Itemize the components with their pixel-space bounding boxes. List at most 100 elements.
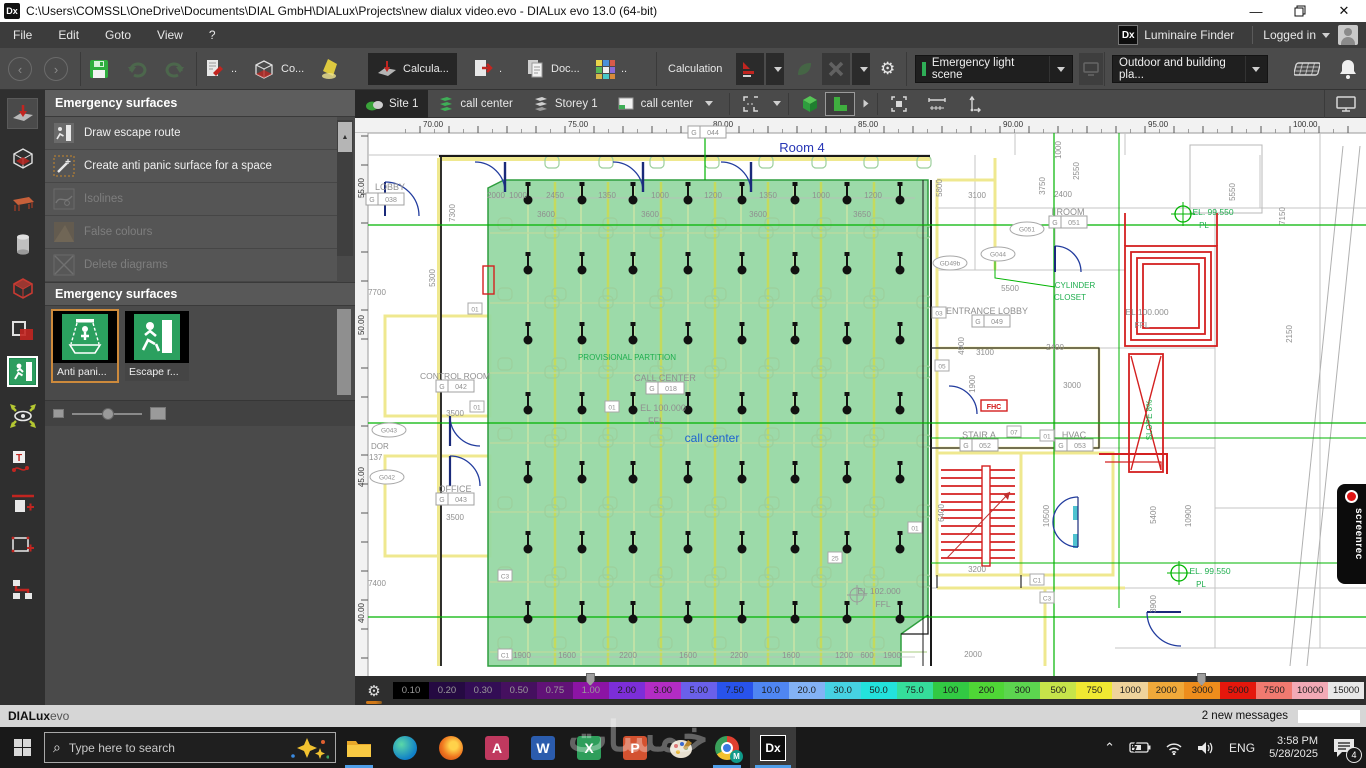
export-button[interactable]: .	[472, 53, 502, 85]
selection-dropdown[interactable]	[766, 92, 782, 116]
minimize-button[interactable]: —	[1234, 0, 1278, 22]
view-3d-button[interactable]	[795, 92, 825, 116]
cutout-tool[interactable]	[7, 272, 38, 303]
view-profile-select[interactable]: Outdoor and building pla...	[1112, 55, 1268, 83]
taskbar-word[interactable]: W	[520, 727, 566, 768]
battery-icon[interactable]	[1129, 741, 1151, 754]
scale-segment[interactable]: 15000	[1328, 682, 1365, 699]
taskbar-edge[interactable]	[382, 727, 428, 768]
scale-segment[interactable]: 7500	[1256, 682, 1293, 699]
scale-segment[interactable]: 20.0	[788, 682, 825, 699]
scale-segment[interactable]: 10.0	[752, 682, 789, 699]
calculation-objects-button[interactable]: Calcula...	[368, 53, 457, 85]
view-plan-button[interactable]	[825, 91, 856, 116]
tab-storey[interactable]: Storey 1	[523, 90, 608, 118]
scale-segment[interactable]: 1000	[1112, 682, 1149, 699]
notification-center-button[interactable]: 4	[1332, 737, 1362, 763]
connection-tool[interactable]	[7, 574, 38, 605]
scale-segments[interactable]: 0.10 0.20 0.30 0.50 0.75 1.00 2.00 3.00 5.00 7.50…	[393, 673, 1365, 699]
scale-segment[interactable]: 2.00	[608, 682, 645, 699]
measure-horizontal-button[interactable]	[922, 92, 952, 116]
close-button[interactable]: ✕	[1322, 0, 1366, 22]
construction-mode-button[interactable]: Co...	[252, 53, 304, 85]
taskbar-excel[interactable]: X	[566, 727, 612, 768]
light-scene-select[interactable]: Emergency light scene	[915, 55, 1073, 83]
scale-segment[interactable]: 200	[968, 682, 1005, 699]
building-opening-tool[interactable]	[7, 315, 38, 346]
scale-segment[interactable]: 0.10	[393, 682, 429, 699]
table-view-button[interactable]: ..	[594, 53, 627, 85]
selection-mode-button[interactable]	[736, 92, 766, 116]
cancel-dropdown[interactable]	[852, 53, 870, 85]
scale-segment[interactable]: 5000	[1220, 682, 1257, 699]
scale-segment[interactable]: 10000	[1292, 682, 1329, 699]
avatar[interactable]	[1338, 25, 1358, 45]
scale-segment[interactable]: 300	[1004, 682, 1041, 699]
calculation-surface-tool[interactable]	[7, 98, 38, 129]
screenrec-widget[interactable]: screenrec	[1337, 484, 1366, 584]
taskbar-powerpoint[interactable]: P	[612, 727, 658, 768]
logged-in-menu[interactable]: Logged in	[1263, 25, 1358, 45]
menu-view[interactable]: View	[144, 22, 196, 48]
taskbar-firefox[interactable]	[428, 727, 474, 768]
messages-label[interactable]: 2 new messages	[1202, 710, 1288, 722]
room-tool[interactable]	[7, 142, 38, 173]
scale-segment[interactable]: 100	[932, 682, 969, 699]
light-mode-button[interactable]	[320, 53, 346, 85]
restore-button[interactable]	[1278, 0, 1322, 22]
undo-button[interactable]	[126, 53, 150, 85]
taskbar-dialux[interactable]: Dx	[750, 727, 796, 768]
view-expand-arrow[interactable]	[855, 92, 871, 116]
back-button[interactable]: ‹	[8, 53, 32, 85]
scale-segment[interactable]: 3.00	[644, 682, 681, 699]
text-annotation-tool[interactable]: T	[7, 446, 38, 477]
luminaire-finder-button[interactable]: Dx Luminaire Finder	[1118, 25, 1234, 45]
thumbnail-scrollbar[interactable]	[337, 309, 351, 395]
menu-file[interactable]: File	[0, 22, 45, 48]
scale-segment[interactable]: 30.0	[824, 682, 861, 699]
view-tool[interactable]	[7, 400, 38, 431]
forward-button[interactable]: ›	[44, 53, 68, 85]
furniture-tool[interactable]	[7, 186, 38, 217]
output-window-button[interactable]	[1324, 89, 1366, 118]
keypad-button[interactable]	[1294, 53, 1320, 85]
size-slider[interactable]	[72, 407, 142, 420]
scale-segment[interactable]: 2000	[1148, 682, 1185, 699]
speaker-icon[interactable]	[1197, 741, 1215, 755]
tool-list-scrollbar[interactable]: ▲	[337, 120, 353, 256]
start-button[interactable]	[0, 727, 44, 768]
measure-vertical-button[interactable]	[960, 92, 990, 116]
plan-canvas[interactable]: 70.00 75.00 80.00 85.00 90.00 95.00 100.00 55.0…	[355, 118, 1366, 676]
drawing-frame-tool[interactable]	[7, 530, 38, 561]
documentation-button[interactable]: Doc...	[526, 53, 580, 85]
thumb-escape-route[interactable]: Escape r...	[125, 311, 189, 381]
emergency-lighting-tool[interactable]	[7, 356, 38, 387]
clock[interactable]: 3:58 PM 5/28/2025	[1269, 735, 1318, 761]
taskbar-access[interactable]: A	[474, 727, 520, 768]
redo-button[interactable]	[162, 53, 186, 85]
wifi-icon[interactable]	[1165, 741, 1183, 755]
chevron-down-icon[interactable]	[705, 101, 714, 106]
taskbar-search[interactable]: ⌕ Type here to search	[44, 732, 336, 763]
scale-settings-button[interactable]: ⚙	[355, 682, 393, 704]
column-tool[interactable]	[7, 229, 38, 260]
slider-knob[interactable]	[102, 407, 114, 420]
tool-create-anti-panic-surface[interactable]: Create anti panic surface for a space	[45, 150, 337, 183]
thumb-anti-panic[interactable]: Anti pani...	[51, 309, 119, 383]
scale-segment[interactable]: 750	[1076, 682, 1113, 699]
save-button[interactable]	[88, 53, 110, 85]
menu-goto[interactable]: Goto	[92, 22, 144, 48]
calculation-dropdown[interactable]	[766, 53, 784, 85]
scale-segment[interactable]: 0.50	[500, 682, 537, 699]
zoom-fit-button[interactable]	[884, 92, 914, 116]
tool-draw-escape-route[interactable]: Draw escape route	[45, 117, 337, 150]
scale-segment[interactable]: 7.50	[716, 682, 753, 699]
scale-segment[interactable]: 500	[1040, 682, 1077, 699]
tab-site[interactable]: Site 1	[355, 89, 429, 118]
scale-segment[interactable]: 50.0	[860, 682, 897, 699]
scale-segment[interactable]: 0.20	[428, 682, 465, 699]
scale-segment[interactable]: 0.75	[536, 682, 573, 699]
scale-segment[interactable]: 5.00	[680, 682, 717, 699]
measurement-line-tool[interactable]	[7, 488, 38, 519]
language-indicator[interactable]: ENG	[1229, 741, 1255, 755]
